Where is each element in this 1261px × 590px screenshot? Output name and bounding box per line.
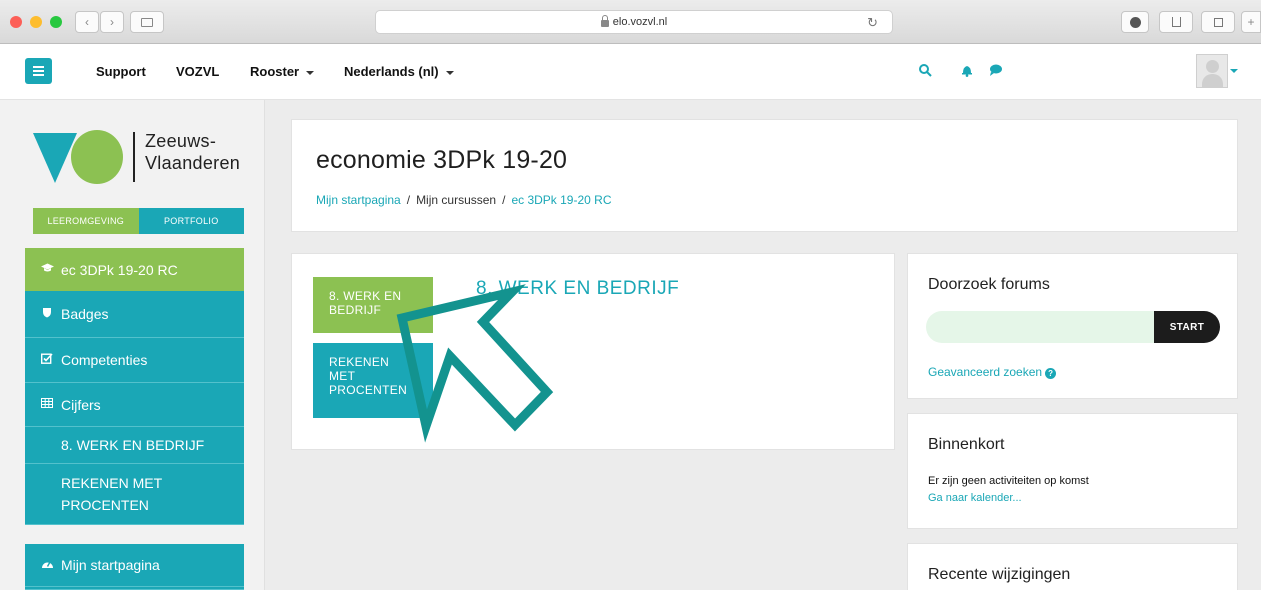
breadcrumb-item-course[interactable]: ec 3DPk 19-20 RC	[511, 193, 611, 207]
section-tile-rekenen-met-procenten[interactable]: REKENEN MET PROCENTEN	[313, 343, 433, 418]
left-sidebar: Zeeuws- Vlaanderen LEEROMGEVING PORTFOLI…	[0, 100, 265, 590]
help-icon[interactable]: ?	[1045, 368, 1057, 379]
sidebar-item-mijn-startpagina[interactable]: Mijn startpagina	[25, 544, 244, 587]
breadcrumb-separator: /	[406, 193, 411, 207]
sidebar-item-label: REKENEN MET PROCENTEN	[61, 475, 163, 513]
breadcrumb-item-cursussen[interactable]: Mijn cursussen	[416, 193, 496, 207]
top-navbar: Support VOZVL Rooster Nederlands (nl)	[0, 44, 1261, 100]
section-heading: 8. WERK EN BEDRIJF	[476, 278, 680, 299]
table-icon	[41, 398, 53, 411]
block-title: Binnenkort	[928, 436, 1005, 453]
tab-portfolio[interactable]: PORTFOLIO	[138, 208, 244, 234]
checkbox-icon	[40, 353, 53, 367]
breadcrumb: Mijn startpagina / Mijn cursussen / ec 3DPk …	[316, 193, 611, 207]
bell-icon[interactable]	[960, 63, 974, 81]
caret-down-icon	[445, 70, 454, 75]
language-label: Nederlands (nl)	[344, 64, 439, 79]
forward-button[interactable]: ›	[100, 11, 124, 33]
sidebar-item-competenties[interactable]: Competenties	[25, 338, 244, 383]
tab-leeromgeving[interactable]: LEEROMGEVING	[33, 208, 139, 234]
logo-text-line1: Zeeuws-	[145, 131, 217, 151]
graduation-cap-icon	[41, 263, 54, 276]
chat-icon[interactable]	[988, 63, 1004, 81]
page-header: economie 3DPk 19-20 Mijn startpagina / Mij…	[291, 119, 1238, 232]
shield-icon	[41, 307, 53, 321]
nav-link-vozvl[interactable]: VOZVL	[176, 64, 219, 79]
dashboard-icon	[41, 558, 53, 572]
user-avatar[interactable]	[1196, 54, 1228, 88]
no-activities-text: Er zijn geen activiteiten op komst	[928, 475, 1089, 487]
downloads-button[interactable]	[1121, 11, 1149, 33]
browser-toolbar: ‹ › elo.vozvl.nl ↻ +	[0, 0, 1261, 44]
zoom-window-button[interactable]	[50, 16, 62, 28]
sidebar-item-label: ec 3DPk 19-20 RC	[61, 261, 178, 278]
sidebar-toggle-button[interactable]	[130, 11, 164, 33]
sidebar-item-werk-en-bedrijf[interactable]: 8. WERK EN BEDRIJF	[25, 427, 244, 464]
chevron-right-icon: ›	[110, 15, 114, 29]
breadcrumb-item-startpagina[interactable]: Mijn startpagina	[316, 193, 401, 207]
reload-icon[interactable]: ↻	[867, 15, 878, 31]
plus-icon: +	[1247, 15, 1255, 29]
forum-search-block: Doorzoek forums START Geavanceerd zoeken…	[907, 253, 1238, 399]
lock-icon	[600, 14, 609, 27]
section-tile-werk-en-bedrijf[interactable]: 8. WERK EN BEDRIJF	[313, 277, 433, 333]
sidebar-item-label: 8. WERK EN BEDRIJF	[61, 437, 205, 453]
share-icon	[1171, 17, 1181, 27]
search-icon[interactable]	[918, 63, 932, 81]
recent-changes-block: Recente wijzigingen	[907, 543, 1238, 590]
start-button[interactable]: START	[1154, 311, 1220, 343]
sidebar-item-badges[interactable]: Badges	[25, 291, 244, 338]
chevron-left-icon: ‹	[85, 15, 89, 29]
menu-toggle-button[interactable]	[25, 58, 52, 84]
sidebar-item-label: Competenties	[61, 352, 148, 368]
breadcrumb-separator: /	[502, 193, 506, 207]
nav-link-support[interactable]: Support	[96, 64, 146, 79]
url-text: elo.vozvl.nl	[612, 16, 668, 28]
sidebar-item-label: Cijfers	[61, 396, 101, 413]
sidebar-item-course[interactable]: ec 3DPk 19-20 RC	[25, 248, 244, 291]
new-tab-button[interactable]: +	[1241, 11, 1261, 33]
page-title: economie 3DPk 19-20	[316, 146, 568, 174]
close-window-button[interactable]	[10, 16, 22, 28]
logo-text-line2: Vlaanderen	[145, 153, 241, 173]
course-content: 8. WERK EN BEDRIJF REKENEN MET PROCENTEN…	[291, 253, 895, 450]
sidebar-item-label: Badges	[61, 306, 109, 322]
sidebar-icon	[141, 17, 153, 27]
caret-down-icon[interactable]	[1230, 69, 1238, 73]
nav-dropdown-rooster[interactable]: Rooster	[250, 64, 315, 79]
forum-search-input[interactable]	[926, 311, 1154, 343]
school-logo[interactable]: Zeeuws- Vlaanderen	[33, 130, 243, 190]
rooster-label: Rooster	[250, 64, 300, 79]
address-bar[interactable]: elo.vozvl.nl ↻	[375, 10, 893, 34]
upcoming-block: Binnenkort Er zijn geen activiteiten op …	[907, 413, 1238, 529]
nav-dropdown-language[interactable]: Nederlands (nl)	[344, 64, 454, 79]
sidebar-tabs: LEEROMGEVING PORTFOLIO	[33, 208, 244, 234]
calendar-link[interactable]: Ga naar kalender...	[928, 492, 1022, 504]
tabs-overview-button[interactable]	[1201, 11, 1235, 33]
caret-down-icon	[306, 70, 315, 75]
sidebar-item-label: Mijn startpagina	[61, 557, 160, 573]
share-button[interactable]	[1159, 11, 1193, 33]
back-button[interactable]: ‹	[75, 11, 99, 33]
download-icon	[1129, 16, 1141, 28]
minimize-window-button[interactable]	[30, 16, 42, 28]
block-title: Doorzoek forums	[928, 276, 1050, 293]
tabs-icon	[1213, 17, 1223, 27]
block-title: Recente wijzigingen	[928, 566, 1071, 583]
sidebar-item-rekenen-met-procenten[interactable]: REKENEN MET PROCENTEN	[25, 464, 244, 525]
advanced-search-link[interactable]: Geavanceerd zoeken?	[928, 365, 1057, 379]
sidebar-item-cijfers[interactable]: Cijfers	[25, 383, 244, 427]
